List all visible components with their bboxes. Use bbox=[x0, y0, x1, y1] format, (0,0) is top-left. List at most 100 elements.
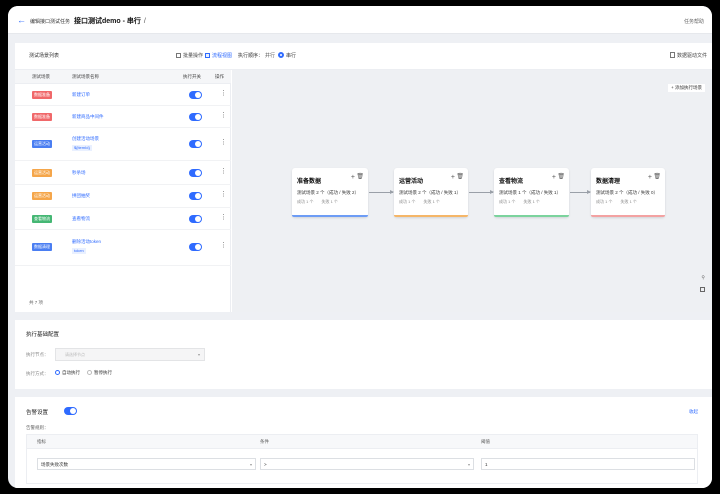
exec-toggle[interactable] bbox=[189, 91, 202, 99]
scene-tag: 数据准备 bbox=[32, 113, 52, 121]
node-fail: 失败 1 个 bbox=[620, 199, 637, 204]
scene-table: 测试场景 测试场景名称 执行开关 操作 数据准备 新建订单 ⋮ 数据准备 新建商… bbox=[15, 70, 231, 312]
scene-param-chip: ${itemId} bbox=[72, 145, 92, 151]
task-help-link[interactable]: 任务帮助 bbox=[684, 18, 704, 25]
node-success: 成功 1 个 bbox=[297, 199, 314, 204]
chevron-down-icon: ▾ bbox=[197, 352, 200, 357]
mode-auto-label: 自动执行 bbox=[62, 370, 80, 375]
threshold-input[interactable]: 1 bbox=[481, 458, 695, 470]
node-fail: 失败 1 个 bbox=[523, 199, 540, 204]
node-summary: 测试场景 2 个（成功 / 失败 1） bbox=[399, 190, 462, 195]
flow-arrow bbox=[570, 190, 591, 194]
node-title: 查看物流 bbox=[499, 179, 524, 185]
add-icon[interactable]: + bbox=[351, 174, 355, 181]
node-color-bar bbox=[591, 215, 665, 217]
exec-toggle[interactable] bbox=[189, 215, 202, 223]
document-icon bbox=[670, 52, 675, 58]
scene-list-title: 测试场景列表 bbox=[29, 53, 60, 59]
add-icon[interactable]: + bbox=[648, 174, 652, 181]
flow-arrow bbox=[369, 190, 394, 194]
flow-node[interactable]: 运营活动 + 🗑 测试场景 2 个（成功 / 失败 1） 成功 1 个 失败 1 … bbox=[394, 168, 468, 217]
col-operation: 操作 bbox=[215, 74, 224, 79]
flow-node[interactable]: 查看物流 + 🗑 测试场景 1 个（成功 / 失败 1） 成功 1 个 失败 1 … bbox=[494, 168, 569, 217]
flow-view-checkbox[interactable]: 流程视图 bbox=[205, 52, 232, 59]
mode-pause-radio[interactable]: 暂停执行 bbox=[87, 370, 112, 376]
data-driven-file-button[interactable]: 数据驱动文件 bbox=[670, 52, 707, 59]
collapse-link[interactable]: 收起 bbox=[689, 409, 698, 415]
alert-rule-table: 指标 条件 阈值 场景失败次数 ▾ > ▾ 1 bbox=[26, 434, 698, 484]
node-summary: 测试场景 2 个（成功 / 失败 0） bbox=[596, 190, 659, 195]
radio-selected-icon bbox=[55, 370, 60, 375]
scene-flow-panel: 测试场景列表 批量操作 流程视图 执行顺序： 并行 串行 数据驱动文件 测试场景… bbox=[15, 43, 712, 312]
app-window: ← 编辑接口测试任务 接口测试demo - 串行 / 任务帮助 测试场景列表 批量… bbox=[8, 6, 712, 488]
node-summary: 测试场景 2 个（成功 / 失败 2） bbox=[297, 190, 360, 195]
exec-toggle[interactable] bbox=[189, 169, 202, 177]
alert-config-panel: 告警设置 收起 告警规则： 指标 条件 阈值 场景失败次数 ▾ > ▾ 1 bbox=[15, 397, 712, 488]
col-scene[interactable]: 测试场景 bbox=[32, 74, 50, 80]
add-exec-scene-button[interactable]: + 添加执行场景 bbox=[668, 84, 705, 92]
scene-name-link[interactable]: 创建活动场景 bbox=[72, 136, 99, 142]
trash-icon[interactable]: 🗑 bbox=[653, 174, 661, 181]
trash-icon[interactable]: 🗑 bbox=[557, 174, 565, 181]
exec-node-placeholder: 请选择节点 bbox=[65, 352, 85, 357]
data-file-label: 数据驱动文件 bbox=[677, 53, 708, 59]
flow-node[interactable]: 准备数据 + 🗑 测试场景 2 个（成功 / 失败 2） 成功 1 个 失败 1 … bbox=[292, 168, 368, 217]
alert-rule-label: 告警规则： bbox=[26, 425, 49, 430]
exec-node-select[interactable]: 请选择节点 ▾ bbox=[55, 348, 205, 361]
more-actions-icon[interactable]: ⋮ bbox=[220, 112, 227, 119]
add-icon[interactable]: + bbox=[451, 174, 455, 181]
edit-title-icon[interactable]: / bbox=[144, 18, 146, 25]
checkbox-icon bbox=[205, 53, 210, 58]
more-actions-icon[interactable]: ⋮ bbox=[220, 191, 227, 198]
exec-config-panel: 执行基础配置 执行节点： 请选择节点 ▾ 执行方式： 自动执行 暂停执行 bbox=[15, 320, 712, 389]
more-actions-icon[interactable]: ⋮ bbox=[220, 242, 227, 249]
serial-radio[interactable]: 串行 bbox=[278, 52, 296, 59]
scene-name-link[interactable]: 新建订单 bbox=[72, 92, 90, 98]
node-title: 准备数据 bbox=[297, 179, 322, 185]
node-title: 运营活动 bbox=[399, 179, 424, 185]
node-fail: 失败 1 个 bbox=[321, 199, 338, 204]
condition-select[interactable]: > ▾ bbox=[260, 458, 474, 470]
more-actions-icon[interactable]: ⋮ bbox=[220, 214, 227, 221]
parallel-radio[interactable]: 并行 bbox=[265, 52, 275, 59]
fullscreen-icon[interactable] bbox=[700, 287, 705, 292]
node-success: 成功 1 个 bbox=[499, 199, 516, 204]
more-actions-icon[interactable]: ⋮ bbox=[220, 90, 227, 97]
mode-pause-label: 暂停执行 bbox=[94, 370, 112, 375]
scene-name-link[interactable]: 查看物流 bbox=[72, 216, 90, 222]
add-icon[interactable]: + bbox=[552, 174, 556, 181]
exec-toggle[interactable] bbox=[189, 192, 202, 200]
exec-order-label: 执行顺序： bbox=[238, 53, 264, 59]
metric-select[interactable]: 场景失败次数 ▾ bbox=[37, 458, 256, 470]
node-fail: 失败 1 个 bbox=[423, 199, 440, 204]
exec-toggle[interactable] bbox=[189, 243, 202, 251]
locate-icon[interactable]: ⚲ bbox=[701, 275, 705, 281]
exec-toggle[interactable] bbox=[189, 140, 202, 148]
col-threshold: 阈值 bbox=[481, 439, 490, 444]
batch-operation-button[interactable]: 批量操作 bbox=[176, 52, 203, 59]
scene-name-link[interactable]: 秒杀场 bbox=[72, 170, 86, 176]
table-row: 数据清理 删除活动token token ⋮ bbox=[15, 230, 231, 266]
more-actions-icon[interactable]: ⋮ bbox=[220, 168, 227, 175]
exec-toggle[interactable] bbox=[189, 113, 202, 121]
back-arrow-icon[interactable]: ← bbox=[17, 16, 26, 25]
trash-icon[interactable]: 🗑 bbox=[356, 174, 364, 181]
breadcrumb[interactable]: 编辑接口测试任务 bbox=[30, 18, 70, 25]
page-title-text: 接口测试demo - 串行 bbox=[74, 18, 141, 25]
table-row: 运营活动 拼团抽奖 ⋮ bbox=[15, 185, 231, 208]
scene-name-link[interactable]: 拼团抽奖 bbox=[72, 193, 90, 199]
scene-tag: 运营活动 bbox=[32, 192, 52, 200]
alert-toggle[interactable] bbox=[64, 407, 77, 415]
flow-node[interactable]: 数据清理 + 🗑 测试场景 2 个（成功 / 失败 0） 成功 1 个 失败 1 … bbox=[591, 168, 665, 217]
col-exec-switch: 执行开关 bbox=[183, 74, 201, 79]
condition-value: > bbox=[264, 462, 267, 467]
total-count: 共 7 项 bbox=[29, 300, 44, 305]
node-stats: 成功 1 个 失败 1 个 bbox=[399, 199, 448, 205]
trash-icon[interactable]: 🗑 bbox=[456, 174, 464, 181]
scene-name-link[interactable]: 删除活动token bbox=[72, 239, 101, 245]
scene-name-link[interactable]: 新建商品中间件 bbox=[72, 114, 104, 120]
scene-flow-header: 测试场景列表 批量操作 流程视图 执行顺序： 并行 串行 数据驱动文件 bbox=[15, 43, 712, 70]
flow-view-label: 流程视图 bbox=[212, 53, 233, 59]
more-actions-icon[interactable]: ⋮ bbox=[220, 139, 227, 146]
mode-auto-radio[interactable]: 自动执行 bbox=[55, 370, 80, 376]
